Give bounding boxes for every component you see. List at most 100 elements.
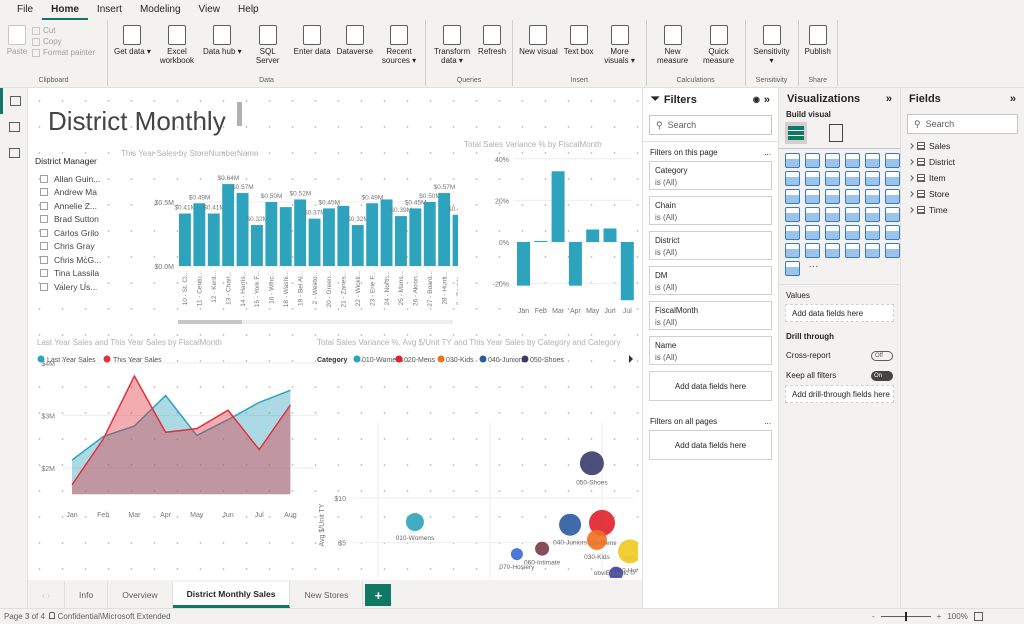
zoom-in-button[interactable]: +: [937, 612, 942, 621]
page-tab-district-monthly-sales[interactable]: District Monthly Sales: [172, 582, 291, 608]
treemap-icon[interactable]: [885, 189, 900, 204]
field-table-time[interactable]: Time: [901, 202, 1024, 218]
bar[interactable]: [279, 207, 292, 266]
filter-card-category[interactable]: Category is (All): [649, 161, 772, 190]
map-icon[interactable]: [785, 207, 800, 222]
build-visual-tab-icon[interactable]: [785, 122, 807, 144]
data-hub-button[interactable]: Data hub ▾: [201, 22, 244, 56]
publish-button[interactable]: Publish: [803, 22, 833, 56]
collapse-viz-icon[interactable]: »: [886, 93, 892, 105]
bar[interactable]: [620, 242, 634, 301]
checkbox[interactable]: [40, 188, 48, 197]
menu-view[interactable]: View: [190, 0, 230, 20]
bar[interactable]: [308, 218, 321, 266]
filters-search-input[interactable]: ⚲ Search: [649, 115, 772, 135]
bar[interactable]: [222, 184, 235, 266]
table-icon[interactable]: [805, 225, 820, 240]
card-icon[interactable]: [845, 207, 860, 222]
key-influencers-icon[interactable]: [885, 225, 900, 240]
100-stacked-bar-icon[interactable]: [865, 153, 880, 168]
checkbox[interactable]: [40, 255, 48, 264]
menu-insert[interactable]: Insert: [88, 0, 131, 20]
checkbox[interactable]: [40, 242, 48, 251]
sensitivity-button[interactable]: Sensitivity ▾: [750, 22, 794, 65]
bar[interactable]: [568, 242, 582, 286]
waterfall-icon[interactable]: [785, 189, 800, 204]
page-tab-info[interactable]: Info: [65, 582, 109, 608]
cut-button[interactable]: Cut: [32, 26, 95, 35]
sql-server-button[interactable]: SQL Server: [246, 22, 290, 65]
scatter-icon[interactable]: [825, 189, 840, 204]
eye-icon[interactable]: ◉: [753, 95, 760, 104]
area-icon[interactable]: [805, 171, 820, 186]
checkbox[interactable]: [40, 174, 48, 183]
fit-page-icon[interactable]: [973, 612, 983, 621]
filter-card-dm[interactable]: DM is (All): [649, 266, 772, 295]
checkbox[interactable]: [40, 215, 48, 224]
zoom-slider[interactable]: [880, 612, 931, 621]
collapse-fields-icon[interactable]: »: [1010, 93, 1016, 105]
add-drill-through-field[interactable]: Add drill-through fields here: [785, 385, 894, 403]
line-icon[interactable]: [785, 171, 800, 186]
bar[interactable]: [265, 202, 278, 266]
text-box-button[interactable]: Text box: [562, 22, 596, 56]
slicer-item[interactable]: Andrew Ma: [35, 186, 101, 200]
slicer-item[interactable]: Brad Sutton: [35, 213, 101, 227]
stacked-bar-icon[interactable]: [785, 153, 800, 168]
bar[interactable]: [337, 205, 350, 266]
stacked-area-icon[interactable]: [825, 171, 840, 186]
bubble-070-hosiery[interactable]: [510, 548, 523, 561]
page-tab-new-stores[interactable]: New Stores: [290, 582, 364, 608]
quick-measure-button[interactable]: Quick measure: [697, 22, 741, 65]
more-options-button[interactable]: ...: [764, 417, 771, 426]
bar[interactable]: [193, 203, 206, 266]
menu-modeling[interactable]: Modeling: [131, 0, 190, 20]
more-options-button[interactable]: ...: [764, 148, 771, 157]
bar[interactable]: [517, 242, 530, 286]
bar[interactable]: [207, 213, 220, 266]
add-page-filter-field[interactable]: Add data fields here: [649, 371, 772, 401]
power-apps-icon[interactable]: [885, 243, 900, 258]
more-visuals-button[interactable]: More visuals ▾: [598, 22, 642, 65]
ribbon-icon[interactable]: [885, 171, 900, 186]
slicer-icon[interactable]: [785, 225, 800, 240]
filled-map-icon[interactable]: [805, 207, 820, 222]
checkbox[interactable]: [40, 282, 48, 291]
new-visual-button[interactable]: New visual: [517, 22, 560, 56]
menu-file[interactable]: File: [8, 0, 42, 20]
collapse-filters-icon[interactable]: »: [764, 94, 770, 106]
zoom-out-button[interactable]: -: [872, 612, 875, 621]
refresh-button[interactable]: Refresh: [476, 22, 508, 56]
bar[interactable]: [351, 225, 364, 266]
copy-button[interactable]: Copy: [32, 37, 95, 46]
bar[interactable]: [438, 193, 451, 266]
bubble-050-shoes[interactable]: [579, 451, 604, 476]
fields-search-input[interactable]: ⚲ Search: [907, 114, 1018, 134]
transform-data-button[interactable]: Transform data ▾: [430, 22, 474, 65]
bar[interactable]: [551, 171, 565, 242]
scrollbar-thumb[interactable]: [178, 320, 242, 324]
add-values-field[interactable]: Add data fields here: [785, 304, 894, 322]
clustered-column-icon[interactable]: [845, 153, 860, 168]
bubble-060-intimate[interactable]: [535, 541, 550, 556]
keep-all-filters-toggle[interactable]: On: [871, 371, 893, 381]
line-clustered-column-icon[interactable]: [865, 171, 880, 186]
bar[interactable]: [236, 193, 249, 266]
cross-report-toggle[interactable]: Off: [871, 351, 893, 361]
filter-card-name[interactable]: Name is (All): [649, 336, 772, 365]
qa-icon[interactable]: [805, 243, 820, 258]
model-view-button[interactable]: [0, 140, 28, 166]
report-view-button[interactable]: [0, 88, 28, 114]
gauge-icon[interactable]: [825, 207, 840, 222]
field-table-sales[interactable]: Sales: [901, 138, 1024, 154]
slicer-item[interactable]: Allan Guin...: [35, 172, 101, 186]
field-table-item[interactable]: Item: [901, 170, 1024, 186]
slicer-item[interactable]: Valery Us...: [35, 280, 101, 294]
100-stacked-column-icon[interactable]: [885, 153, 900, 168]
get-data-button[interactable]: Get data ▾: [112, 22, 153, 56]
python-visual-icon[interactable]: [865, 225, 880, 240]
field-table-store[interactable]: Store: [901, 186, 1024, 202]
funnel-icon[interactable]: [805, 189, 820, 204]
bubble-040-juniors[interactable]: [559, 513, 582, 536]
slicer-item[interactable]: Chris McG...: [35, 253, 101, 267]
